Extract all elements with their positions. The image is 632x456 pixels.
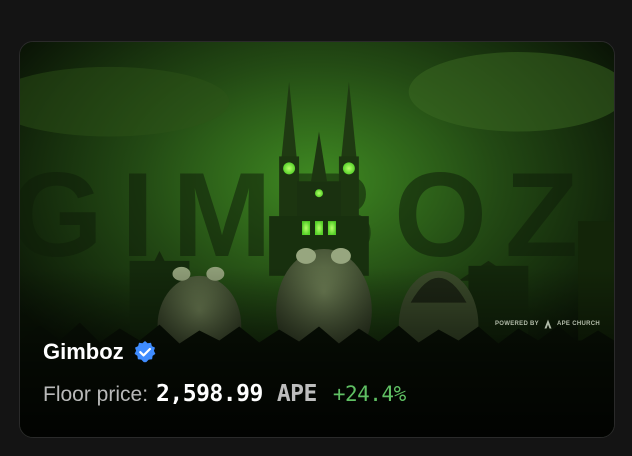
floor-price-value: 2,598.99 xyxy=(156,381,263,407)
collection-title-row: Gimboz xyxy=(43,339,157,365)
collection-name[interactable]: Gimboz xyxy=(43,339,124,365)
powered-by-label: POWERED BY xyxy=(494,321,539,327)
floor-price-label: Floor price: xyxy=(43,383,149,406)
powered-by-badge: POWERED BY APE CHURCH xyxy=(495,319,600,329)
floor-price-row: Floor price: 2,598.99 APE +24.4% xyxy=(43,381,406,407)
ape-church-logo-icon xyxy=(544,319,552,329)
powered-by-brand: APE CHURCH xyxy=(556,321,600,327)
currency-symbol: APE xyxy=(276,381,318,407)
price-change: +24.4% xyxy=(332,382,406,406)
collection-card[interactable]: GIMBOZ POWERED BY xyxy=(19,41,615,438)
verified-badge-icon xyxy=(134,341,156,363)
